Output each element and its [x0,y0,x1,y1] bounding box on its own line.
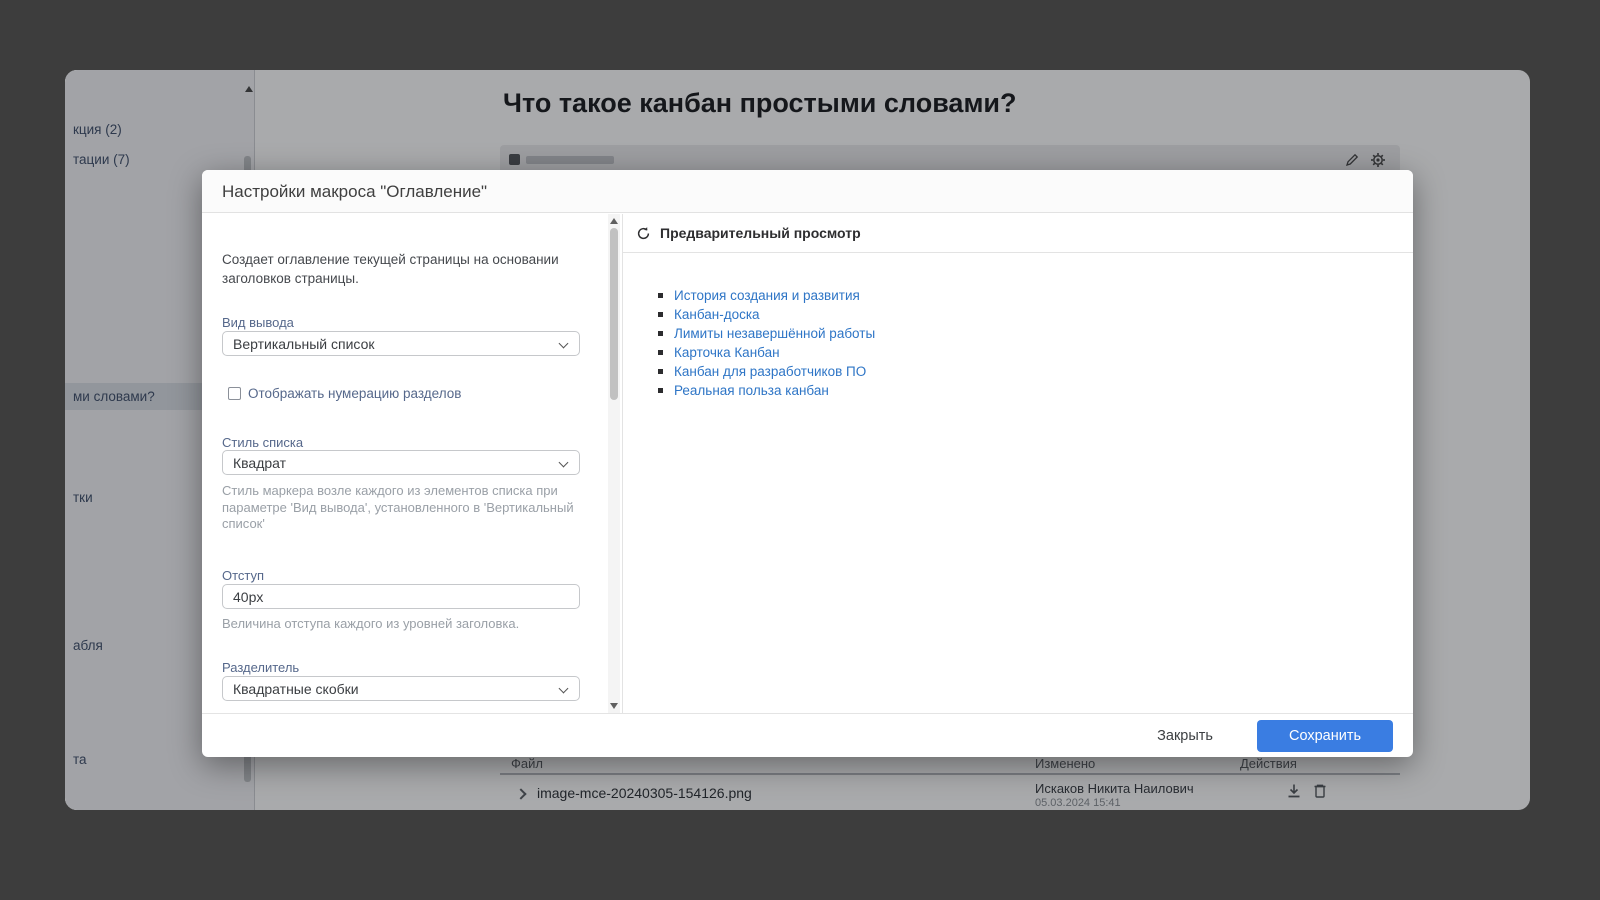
output-type-select[interactable]: Вертикальный список [222,331,580,356]
chevron-down-icon [559,339,569,349]
toc-link[interactable]: Карточка Канбан [674,345,780,360]
toc-link[interactable]: Канбан-доска [674,307,760,322]
refresh-icon[interactable] [636,226,651,241]
preview-pane: Предварительный просмотр История создани… [623,214,1413,713]
indent-input[interactable] [222,584,580,609]
toc-link[interactable]: Реальная польза канбан [674,383,829,398]
form-scrollbar-thumb[interactable] [610,228,618,400]
output-type-value: Вертикальный список [233,336,375,352]
list-item: Канбан-доска [658,305,875,324]
toc-link[interactable]: Канбан для разработчиков ПО [674,364,866,379]
list-item: Лимиты незавершённой работы [658,324,875,343]
list-style-label: Стиль списка [222,435,303,450]
macro-description: Создает оглавление текущей страницы на о… [222,250,582,288]
square-bullet-icon [658,312,663,317]
numbering-checkbox-label[interactable]: Отображать нумерацию разделов [248,386,461,401]
macro-form-pane: Создает оглавление текущей страницы на о… [202,214,608,713]
numbering-checkbox[interactable] [228,387,241,400]
list-style-value: Квадрат [233,455,286,471]
dialog-header: Настройки макроса "Оглавление" [202,170,1413,213]
scroll-down-icon[interactable] [610,703,618,709]
square-bullet-icon [658,388,663,393]
scroll-up-icon[interactable] [610,218,618,224]
separator-value: Квадратные скобки [233,681,359,697]
separator-label: Разделитель [222,660,299,675]
square-bullet-icon [658,350,663,355]
list-style-help: Стиль маркера возле каждого из элементов… [222,483,584,533]
toc-link[interactable]: История создания и развития [674,288,860,303]
chevron-down-icon [559,684,569,694]
list-item: История создания и развития [658,286,875,305]
dialog-footer: Закрыть Сохранить [202,713,1413,757]
square-bullet-icon [658,331,663,336]
output-type-label: Вид вывода [222,315,294,330]
list-item: Карточка Канбан [658,343,875,362]
square-bullet-icon [658,369,663,374]
square-bullet-icon [658,293,663,298]
list-item: Канбан для разработчиков ПО [658,362,875,381]
toc-link[interactable]: Лимиты незавершённой работы [674,326,875,341]
indent-label: Отступ [222,568,264,583]
preview-header: Предварительный просмотр [623,214,1413,253]
separator-select[interactable]: Квадратные скобки [222,676,580,701]
indent-help: Величина отступа каждого из уровней заго… [222,616,584,633]
list-item: Реальная польза канбан [658,381,875,400]
save-button[interactable]: Сохранить [1257,720,1393,752]
toc-preview-list: История создания и развития Канбан-доска… [658,286,875,400]
chevron-down-icon [559,458,569,468]
dialog-body: Создает оглавление текущей страницы на о… [202,214,1413,713]
close-button[interactable]: Закрыть [1157,728,1213,744]
preview-title: Предварительный просмотр [660,225,861,241]
form-pane-scrollbar[interactable] [608,214,620,713]
numbering-checkbox-row: Отображать нумерацию разделов [228,385,461,401]
macro-settings-dialog: Настройки макроса "Оглавление" Создает о… [202,170,1413,757]
dialog-title: Настройки макроса "Оглавление" [222,170,487,213]
list-style-select[interactable]: Квадрат [222,450,580,475]
